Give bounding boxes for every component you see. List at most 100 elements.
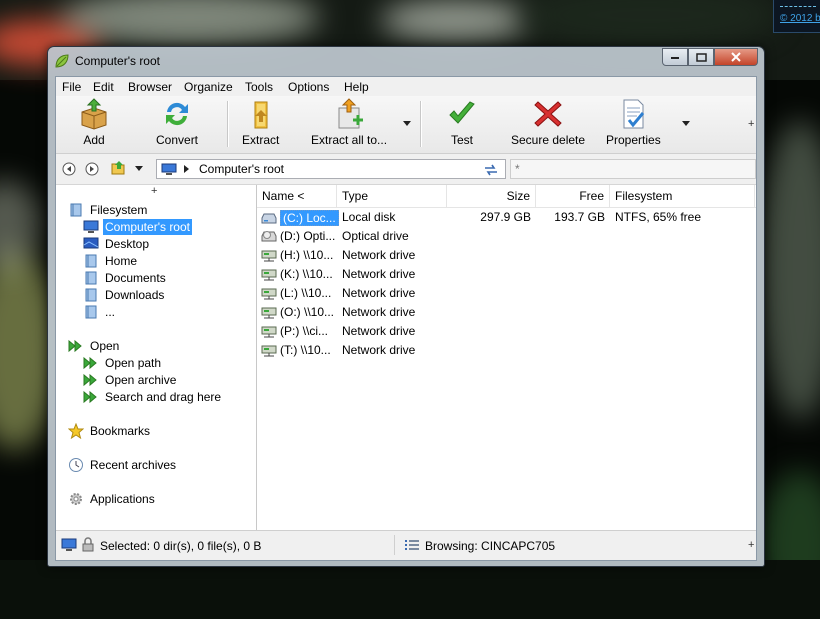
menu-browser[interactable]: Browser (128, 80, 172, 94)
status-divider (394, 535, 395, 555)
computer-icon (83, 220, 99, 233)
tree-expand-button[interactable]: + (151, 185, 157, 197)
tree-item-computers-root[interactable]: Computer's root (83, 218, 192, 235)
tree-item-more[interactable]: ... (83, 303, 117, 320)
tree-bookmarks[interactable]: Bookmarks (68, 422, 152, 439)
convert-label: Convert (156, 133, 199, 147)
row-type: Network drive (342, 267, 416, 281)
row-name: (D:) Opti... (280, 229, 336, 243)
menu-help[interactable]: Help (344, 80, 369, 94)
parent-folder-icon[interactable] (110, 160, 126, 176)
table-row[interactable]: (D:) Opti... Optical drive (257, 227, 756, 246)
column-filesystem[interactable]: Filesystem (610, 185, 755, 207)
tree-filesystem[interactable]: Filesystem (68, 201, 149, 218)
gadget-link[interactable]: © 2012 b (780, 13, 820, 24)
optical-drive-icon (261, 231, 277, 242)
tree-item-desktop[interactable]: Desktop (83, 235, 151, 252)
convert-arrows-icon (166, 102, 189, 126)
title-bar[interactable]: Computer's root (48, 47, 764, 75)
extract-dropdown-icon[interactable] (403, 121, 411, 126)
toolbar-separator (420, 101, 422, 147)
search-input[interactable]: * (510, 159, 756, 179)
status-expand-button[interactable]: + (748, 539, 754, 551)
open-arrow-icon (83, 390, 97, 403)
tree-open-path[interactable]: Open path (83, 354, 163, 371)
column-free[interactable]: Free (536, 185, 610, 207)
address-bar: Computer's root * (56, 154, 756, 185)
history-dropdown-icon[interactable] (135, 166, 143, 171)
column-size[interactable]: Size (447, 185, 536, 207)
menu-options[interactable]: Options (288, 80, 329, 94)
table-row[interactable]: (O:) \\10... Network drive (257, 303, 756, 322)
search-placeholder: * (515, 162, 520, 176)
filesystem-icon (70, 203, 82, 216)
row-name: (H:) \\10... (280, 248, 334, 262)
back-icon[interactable] (62, 162, 76, 176)
forward-icon[interactable] (85, 162, 99, 176)
add-label: Add (83, 133, 105, 147)
refresh-icon[interactable] (483, 163, 499, 177)
test-button[interactable]: Test (446, 98, 478, 150)
table-row[interactable]: (P:) \\ci... Network drive (257, 322, 756, 341)
maximize-icon (695, 52, 707, 62)
properties-button[interactable]: Properties (606, 98, 661, 150)
lock-icon[interactable] (82, 537, 94, 552)
tree-bookmarks-label: Bookmarks (90, 423, 151, 438)
table-row[interactable]: (T:) \\10... Network drive (257, 341, 756, 360)
address-field[interactable]: Computer's root (156, 159, 506, 179)
status-browsing: Browsing: CINCAPC705 (425, 539, 556, 553)
extract-all-button[interactable]: Extract all to... (311, 98, 387, 150)
toolbar-overflow-button[interactable]: + (748, 118, 754, 130)
close-button[interactable] (714, 48, 758, 66)
row-type: Network drive (342, 305, 416, 319)
tree-search-and-drag[interactable]: Search and drag here (83, 388, 223, 405)
minimize-button[interactable] (662, 48, 688, 66)
add-button[interactable]: Add (78, 98, 110, 150)
computer-icon (161, 163, 177, 175)
window-title: Computer's root (75, 54, 160, 68)
row-name: (P:) \\ci... (280, 324, 328, 338)
test-label: Test (450, 133, 473, 147)
properties-dropdown-icon[interactable] (682, 121, 690, 126)
add-box-icon (81, 98, 107, 130)
table-row[interactable]: (H:) \\10... Network drive (257, 246, 756, 265)
column-name[interactable]: Name < (257, 185, 337, 207)
network-drive-icon (261, 288, 277, 300)
breadcrumb-arrow-icon[interactable] (184, 165, 189, 173)
tree-item-downloads[interactable]: Downloads (83, 286, 166, 303)
tree-item-documents[interactable]: Documents (83, 269, 168, 286)
gear-icon (70, 492, 82, 505)
row-type: Network drive (342, 286, 416, 300)
tree-item-label: Open path (105, 355, 162, 370)
navigation-tree: + Filesystem Computer's root Desktop Hom… (56, 185, 257, 531)
open-arrow-icon (83, 373, 97, 386)
menu-file[interactable]: File (62, 80, 81, 94)
table-row[interactable]: (L:) \\10... Network drive (257, 284, 756, 303)
menu-organize[interactable]: Organize (184, 80, 233, 94)
maximize-button[interactable] (688, 48, 714, 66)
extract-button[interactable]: Extract (242, 98, 279, 150)
tree-open[interactable]: Open (68, 337, 121, 354)
address-path: Computer's root (199, 162, 284, 176)
tree-item-label: Downloads (105, 287, 165, 302)
row-type: Network drive (342, 324, 416, 338)
menu-tools[interactable]: Tools (245, 80, 273, 94)
convert-button[interactable]: Convert (156, 98, 198, 150)
table-row[interactable]: (C:) Loc... Local disk 297.9 GB 193.7 GB… (257, 208, 756, 227)
desktop-icon (83, 237, 99, 248)
tree-recent-archives[interactable]: Recent archives (68, 456, 178, 473)
tree-applications-label: Applications (90, 491, 155, 506)
tree-item-home[interactable]: Home (83, 252, 139, 269)
extract-all-label: Extract all to... (311, 133, 388, 147)
tree-item-label: ... (105, 304, 116, 319)
menu-edit[interactable]: Edit (93, 80, 114, 94)
table-row[interactable]: (K:) \\10... Network drive (257, 265, 756, 284)
secure-delete-button[interactable]: Secure delete (511, 98, 585, 150)
row-type: Network drive (342, 248, 416, 262)
column-type[interactable]: Type (337, 185, 447, 207)
extract-label: Extract (242, 133, 280, 147)
tree-applications[interactable]: Applications (68, 490, 157, 507)
folder-icon (85, 271, 97, 284)
toolbar: Add Convert Extract Extract all to... Te… (56, 96, 756, 154)
tree-open-archive[interactable]: Open archive (83, 371, 178, 388)
